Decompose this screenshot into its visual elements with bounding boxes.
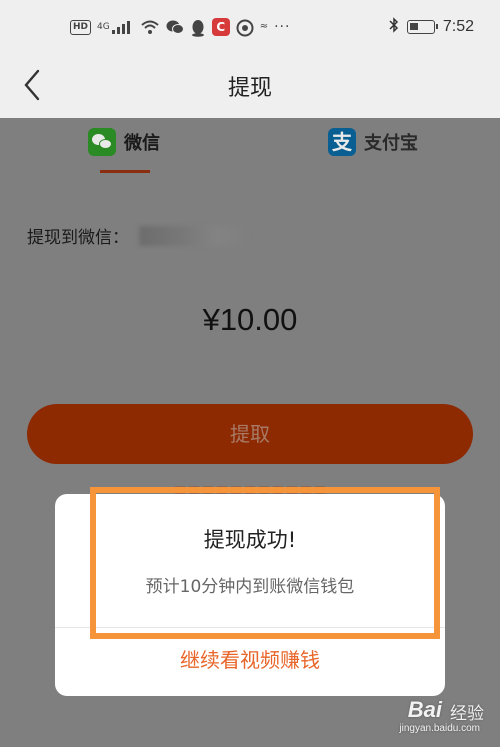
status-icons-right: 7:52 (389, 17, 474, 37)
highlight-annotation (90, 487, 440, 639)
app-icon: C (211, 18, 230, 36)
tab-wechat-label: 微信 (124, 133, 160, 154)
blurred-account-name (139, 225, 249, 246)
hd-icon: HD (70, 19, 92, 35)
status-bar: HD 4G C ≈ ··· 7:52 (0, 0, 500, 52)
withdraw-destination-label: 提现到微信： (27, 228, 129, 248)
bluetooth-icon (389, 17, 399, 37)
wechat-notify-icon (166, 19, 184, 35)
withdraw-button[interactable]: 提取 (27, 404, 473, 464)
watermark-url: jingyan.baidu.com (399, 723, 480, 734)
status-time: 7:52 (442, 18, 474, 35)
signal-icon (111, 19, 134, 35)
status-icons-left: HD 4G C ≈ ··· (70, 18, 291, 37)
app-icon (236, 19, 254, 37)
tab-alipay[interactable]: 支 支付宝 (328, 128, 418, 156)
nav-header: 提现 (0, 52, 500, 118)
alipay-icon: 支 (328, 128, 356, 156)
payment-tabs: 微信 支 支付宝 (0, 118, 500, 174)
battery-icon (406, 20, 438, 34)
tab-alipay-label: 支付宝 (364, 133, 418, 154)
continue-watching-button[interactable]: 继续看视频赚钱 (55, 644, 445, 673)
watermark-text: 经验 (450, 704, 484, 724)
watermark-brand: Bai (407, 697, 442, 722)
more-icon: ··· (274, 19, 291, 35)
tab-indicator (100, 170, 150, 173)
baidu-watermark: Bai 经验 jingyan.baidu.com (346, 695, 486, 739)
app-icon: ≈ (259, 21, 269, 32)
withdraw-destination: 提现到微信： (27, 223, 249, 248)
qq-icon (190, 19, 206, 37)
page-title: 提现 (227, 76, 272, 101)
wifi-icon (140, 19, 160, 35)
tab-wechat[interactable]: 微信 (88, 128, 160, 156)
wechat-icon (88, 128, 116, 156)
network-type: 4G (97, 22, 110, 32)
withdraw-amount: ¥10.00 (202, 302, 298, 337)
